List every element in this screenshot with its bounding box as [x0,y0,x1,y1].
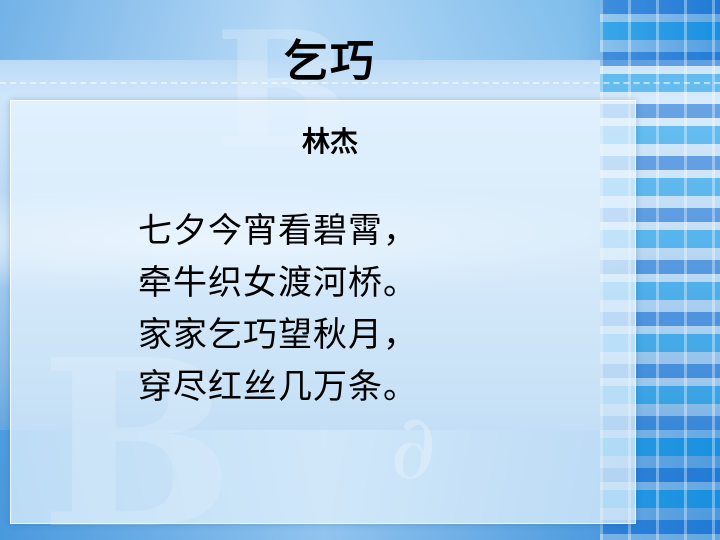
slide-title: 乞巧 [284,36,376,87]
poem-line: 穿尽红丝几万条。 [138,367,418,407]
poem-author: 林杰 [301,125,358,158]
poem-line: 家家乞巧望秋月， [138,315,418,355]
slide: B B ∂ 乞巧 林杰 七夕今宵看碧霄， 牵牛织女渡河桥。 家家乞巧望秋月， 穿… [0,0,720,540]
poem-line: 七夕今宵看碧霄， [138,211,418,251]
poem-text: 七夕今宵看碧霄， 牵牛织女渡河桥。 家家乞巧望秋月， 穿尽红丝几万条。 [138,205,418,413]
poem-line: 牵牛织女渡河桥。 [138,263,418,303]
